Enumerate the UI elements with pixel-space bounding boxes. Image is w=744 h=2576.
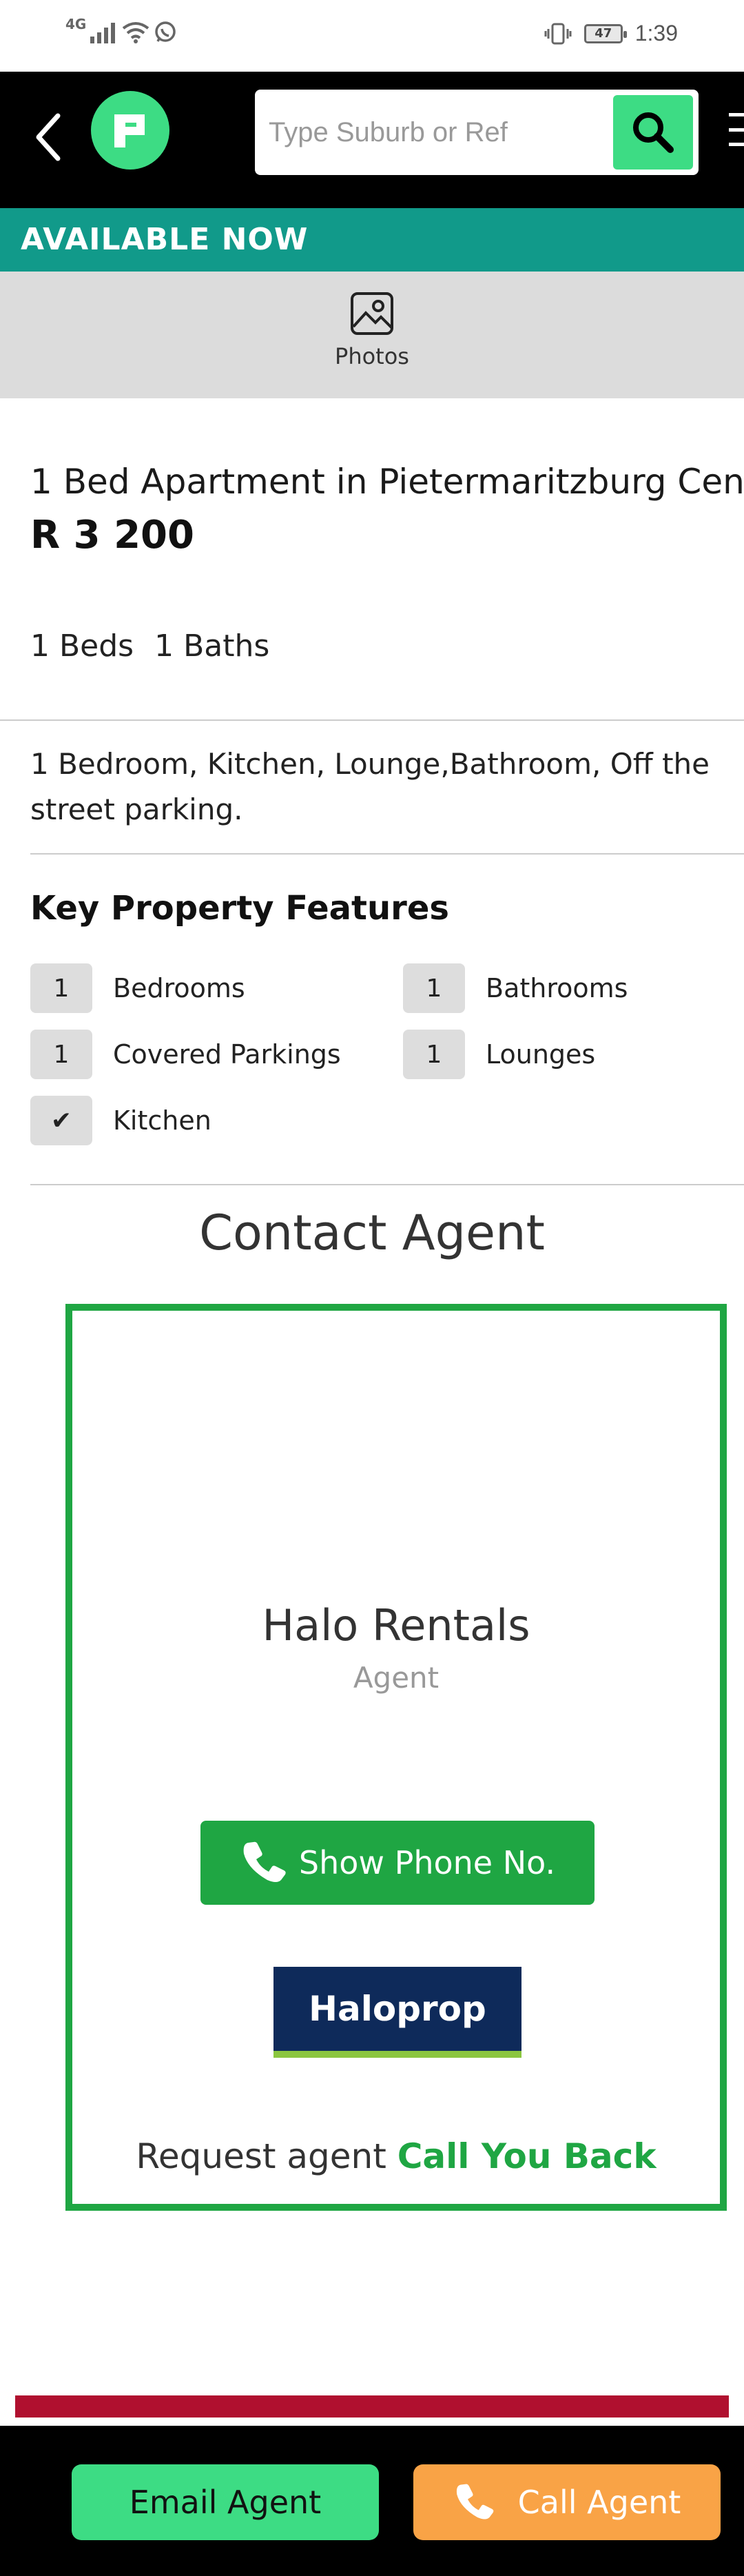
call-agent-label: Call Agent [517,2484,681,2521]
photos-label: Photos [335,343,409,369]
network-type: 4G [65,16,87,32]
email-agent-label: Email Agent [129,2484,322,2521]
baths-count: 1 Baths [154,628,270,664]
show-phone-button[interactable]: Show Phone No. [200,1821,595,1905]
feature-label: Covered Parkings [113,1039,341,1070]
phone-icon [243,1841,286,1882]
agency-logo-text: Haloprop [309,1989,486,2029]
back-button[interactable] [28,103,69,172]
accent-bar [15,2395,729,2417]
photos-button[interactable]: Photos [324,291,420,379]
features-heading: Key Property Features [30,889,449,928]
feature-bedrooms: 1 Bedrooms [30,962,245,1014]
feature-value: 1 [30,963,92,1013]
menu-icon[interactable] [729,113,744,146]
feature-covered-parkings: 1 Covered Parkings [30,1028,341,1081]
wifi-icon [123,22,149,43]
feature-value: 1 [403,963,465,1013]
search-icon [633,112,674,153]
call-agent-button[interactable]: Call Agent [413,2464,721,2540]
feature-value: 1 [403,1030,465,1079]
callback-link[interactable]: Call You Back [397,2136,657,2176]
menu-bar [729,127,744,132]
agent-role: Agent [353,1661,440,1695]
agent-card: Halo Rentals Agent Show Phone No. Halopr… [65,1304,727,2211]
feature-value: ✔ [30,1096,92,1145]
search-input[interactable] [269,99,599,165]
logo-mark [114,114,145,147]
menu-bar [729,143,744,146]
battery-level: 47 [595,26,612,41]
beds-baths: 1 Beds 1 Baths [30,628,269,664]
status-bar: 4G 47 1:39 [0,0,744,72]
availability-banner: AVAILABLE NOW [0,208,744,272]
app-header [0,72,744,208]
menu-bar [729,113,744,116]
feature-label: Bathrooms [486,973,628,1003]
signal-icon [90,23,116,43]
feature-bathrooms: 1 Bathrooms [403,962,628,1014]
search-button[interactable] [613,95,693,170]
feature-label: Kitchen [113,1105,211,1136]
status-right: 47 1:39 [544,21,678,46]
divider [0,719,744,721]
logo-icon[interactable] [91,91,169,170]
show-phone-label: Show Phone No. [298,1844,556,1881]
listing-description: 1 Bedroom, Kitchen, Lounge,Bathroom, Off… [30,747,710,826]
agency-logo: Haloprop [273,1967,521,2058]
whatsapp-icon [155,21,176,42]
agent-name: Halo Rentals [262,1600,530,1650]
beds-count: 1 Beds [30,628,134,664]
phone-icon [456,2484,494,2519]
clock: 1:39 [634,21,678,45]
battery-icon: 47 [583,23,627,43]
listing-title: 1 Bed Apartment in Pietermaritzburg Cent… [30,462,744,502]
status-left: 4G [65,16,177,44]
callback-prefix: Request agent [136,2136,397,2176]
bottom-action-bar: Email Agent Call Agent [0,2426,744,2576]
vibrate-icon [544,23,572,44]
divider [30,1184,744,1185]
feature-label: Lounges [486,1039,596,1070]
feature-lounges: 1 Lounges [403,1028,595,1081]
feature-label: Bedrooms [113,973,245,1003]
image-icon [351,292,393,335]
feature-value: 1 [30,1030,92,1079]
callback-request: Request agent Call You Back [72,2136,720,2176]
back-arrow-icon [36,113,61,161]
feature-kitchen: ✔ Kitchen [30,1094,211,1147]
photos-bar: Photos [0,272,744,398]
listing-price: R 3 200 [30,513,194,558]
contact-heading: Contact Agent [199,1205,545,1261]
email-agent-button[interactable]: Email Agent [72,2464,379,2540]
search-box [255,90,699,175]
divider [30,853,744,855]
